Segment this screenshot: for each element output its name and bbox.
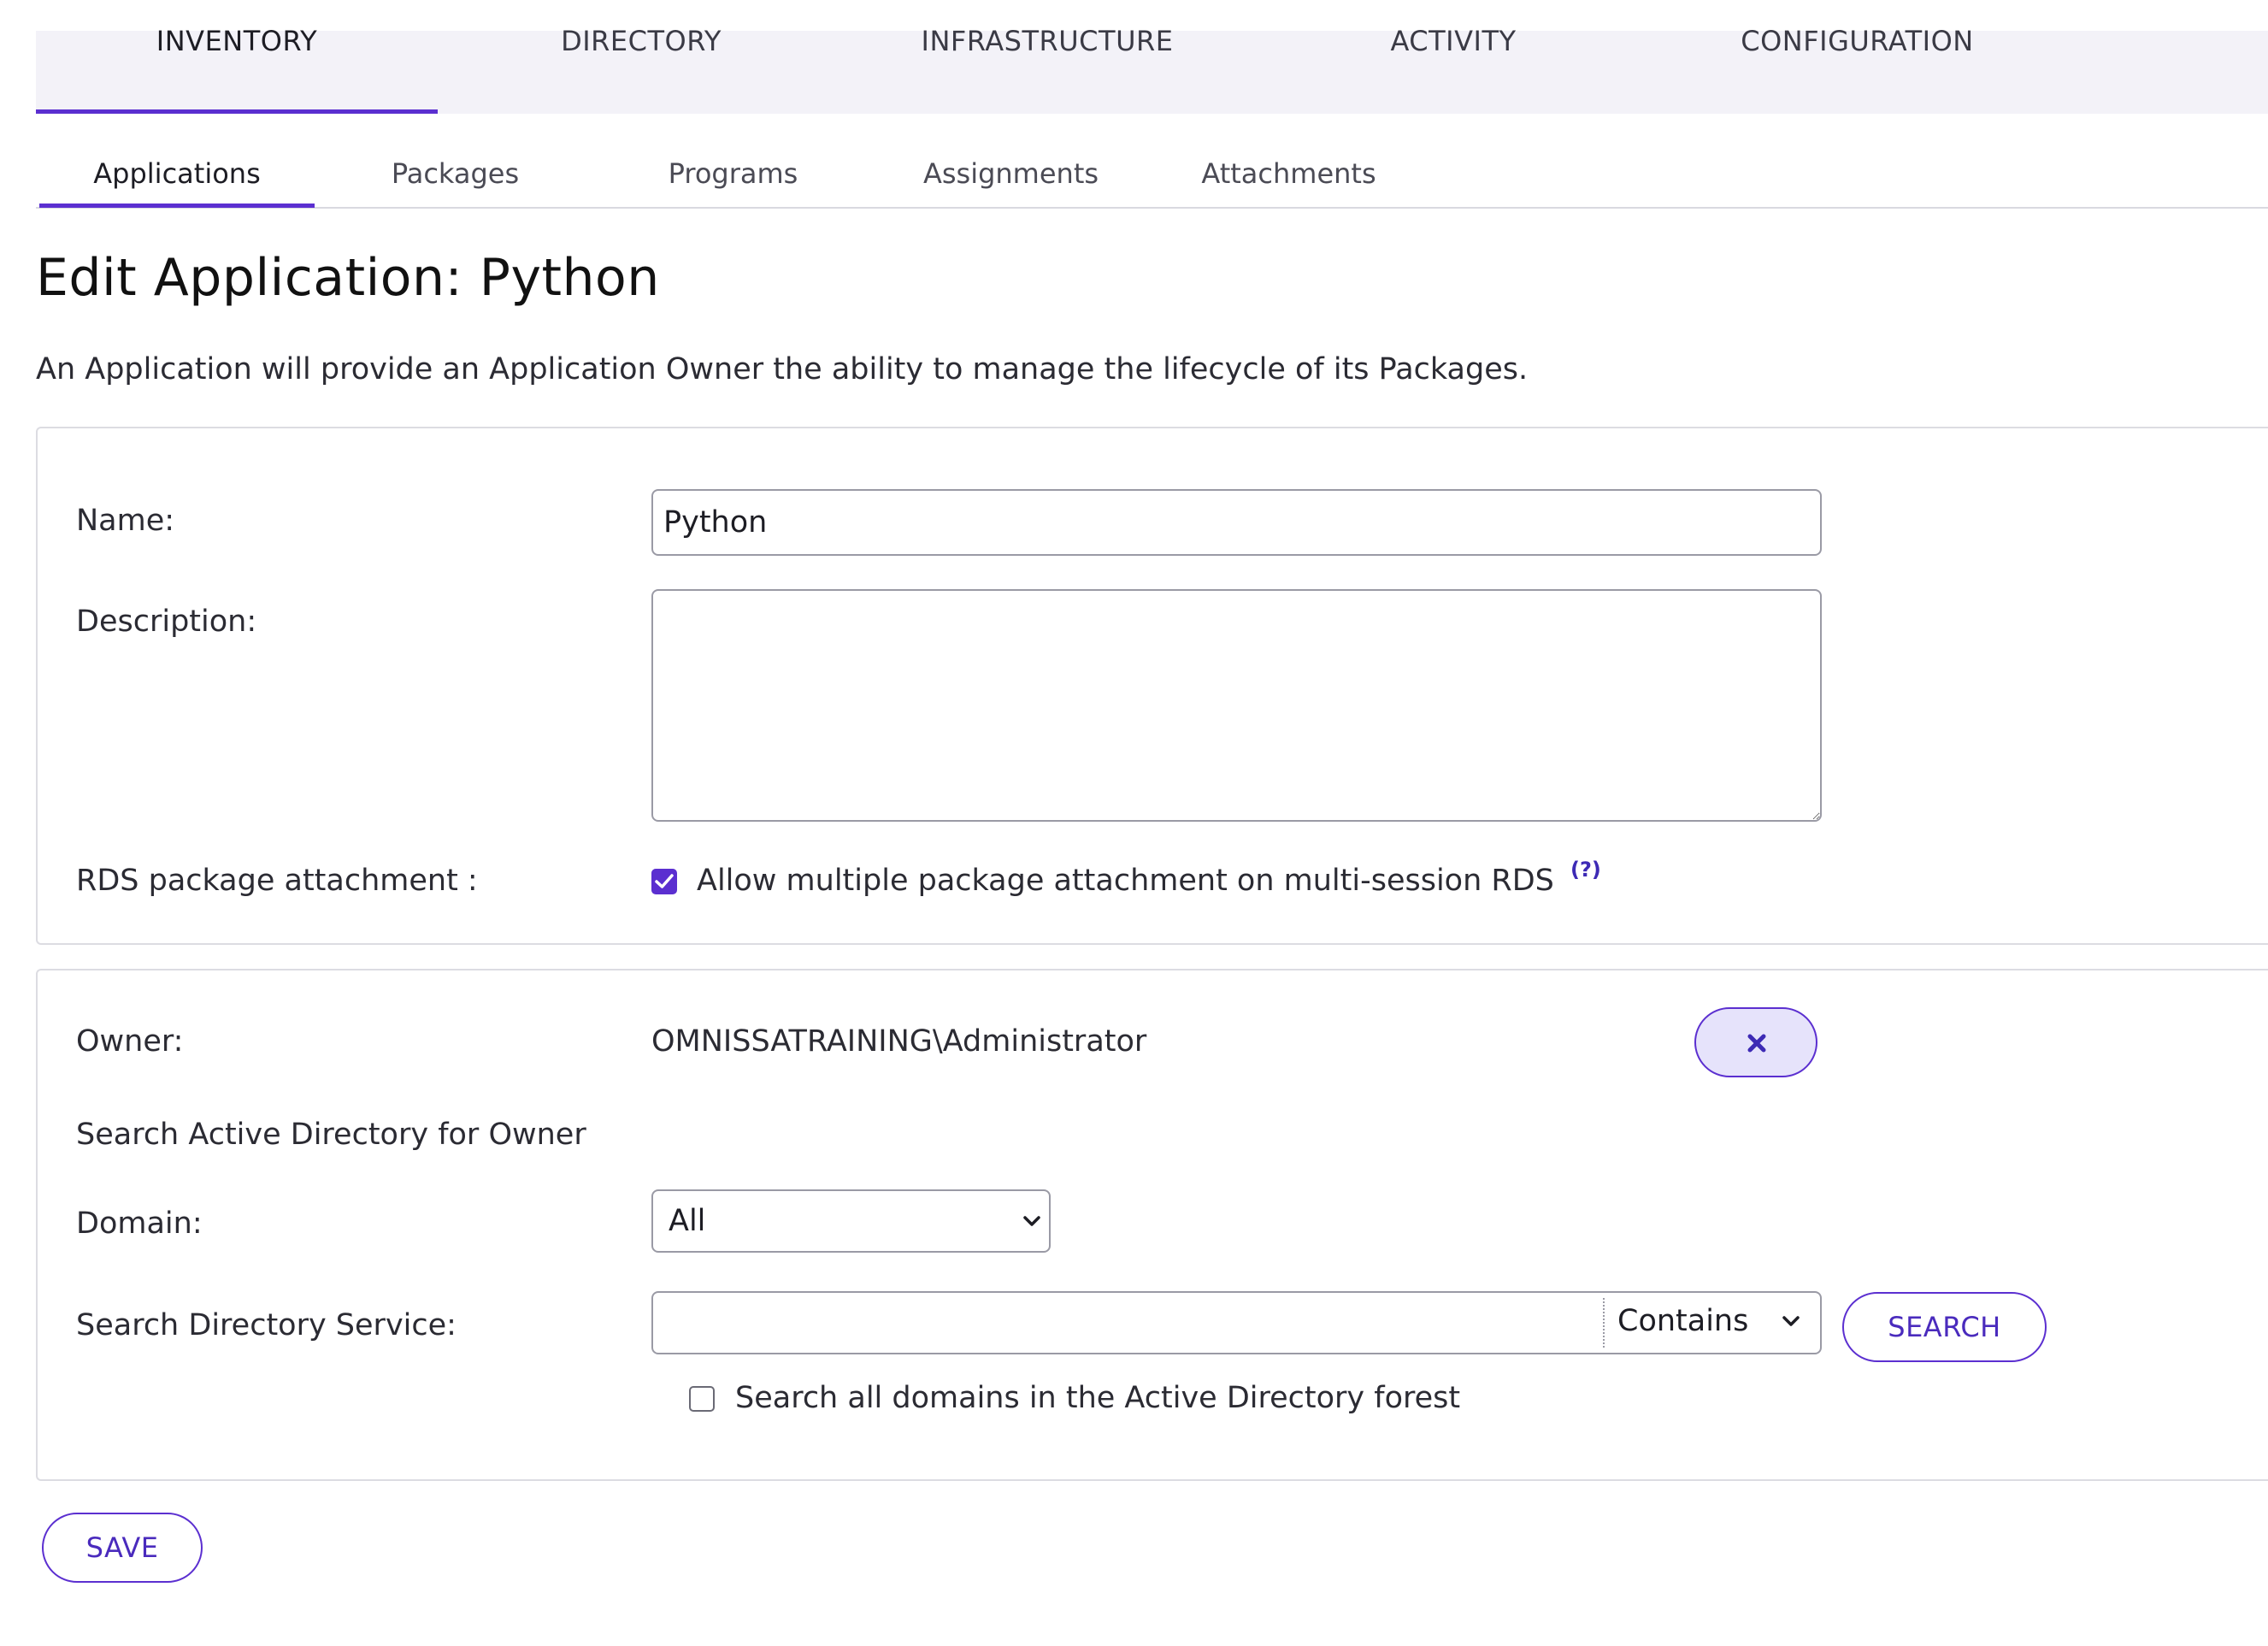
top-nav-inventory[interactable]: INVENTORY xyxy=(36,0,438,83)
rds-multi-attach-label[interactable]: Allow multiple package attachment on mul… xyxy=(697,864,1554,898)
close-icon xyxy=(1747,1034,1766,1053)
search-button[interactable]: SEARCH xyxy=(1842,1292,2047,1362)
domain-select-value: All xyxy=(669,1204,706,1238)
description-textarea[interactable] xyxy=(651,589,1822,822)
remove-owner-button[interactable] xyxy=(1694,1007,1817,1077)
tab-applications[interactable]: Applications xyxy=(39,154,315,193)
owner-label: Owner: xyxy=(76,1024,184,1059)
tab-packages[interactable]: Packages xyxy=(325,154,586,193)
checkmark-icon xyxy=(655,874,674,888)
match-mode-select[interactable]: Contains xyxy=(1605,1293,1820,1353)
search-owner-heading: Search Active Directory for Owner xyxy=(76,1118,586,1152)
sub-nav-divider xyxy=(36,207,2268,209)
search-directory-input[interactable] xyxy=(653,1293,1602,1353)
name-label: Name: xyxy=(76,504,175,538)
page-title: Edit Application: Python xyxy=(36,248,660,308)
top-nav-activity[interactable]: ACTIVITY xyxy=(1257,0,1650,83)
tab-attachments[interactable]: Attachments xyxy=(1163,154,1415,193)
rds-attachment-label: RDS package attachment : xyxy=(76,864,478,898)
chevron-down-icon xyxy=(1782,1316,1800,1326)
search-field-divider xyxy=(1603,1298,1605,1348)
sub-nav-active-indicator xyxy=(39,204,315,208)
domain-label: Domain: xyxy=(76,1206,203,1241)
search-forest-checkbox[interactable] xyxy=(689,1386,715,1412)
chevron-down-icon xyxy=(1023,1216,1040,1226)
top-nav-configuration[interactable]: CONFIGURATION xyxy=(1654,0,2060,83)
tab-programs[interactable]: Programs xyxy=(598,154,868,193)
match-mode-value: Contains xyxy=(1617,1304,1749,1338)
description-label: Description: xyxy=(76,605,257,639)
top-nav-directory[interactable]: DIRECTORY xyxy=(445,0,838,83)
rds-multi-attach-checkbox[interactable] xyxy=(651,869,677,894)
help-icon[interactable]: (?) xyxy=(1570,858,1601,882)
save-button[interactable]: SAVE xyxy=(42,1513,203,1583)
page-description: An Application will provide an Applicati… xyxy=(36,352,1529,386)
name-input[interactable] xyxy=(651,489,1822,556)
top-nav-active-indicator xyxy=(36,109,438,114)
tab-assignments[interactable]: Assignments xyxy=(885,154,1137,193)
domain-select[interactable]: All xyxy=(651,1189,1051,1253)
search-directory-label: Search Directory Service: xyxy=(76,1308,457,1342)
search-forest-label[interactable]: Search all domains in the Active Directo… xyxy=(735,1381,1460,1415)
top-nav-infrastructure[interactable]: INFRASTRUCTURE xyxy=(846,0,1248,83)
owner-value: OMNISSATRAINING\Administrator xyxy=(651,1024,1147,1059)
